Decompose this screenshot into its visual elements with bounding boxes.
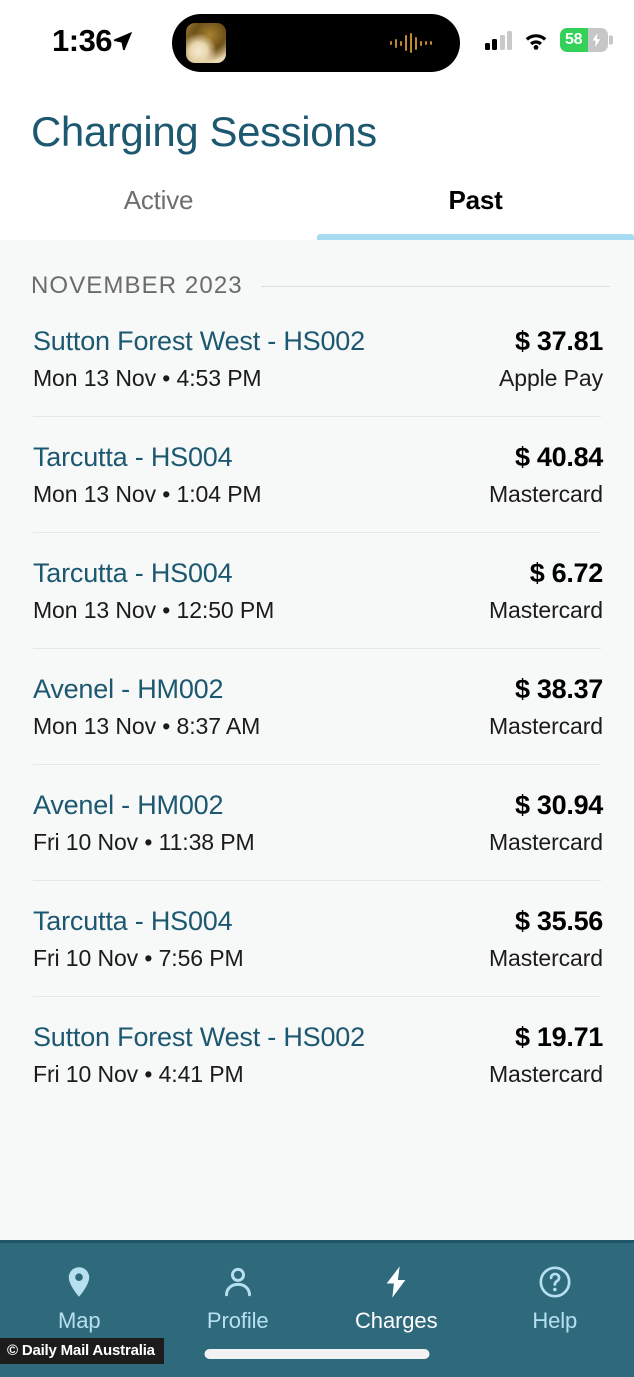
charging-bolt-icon: [590, 31, 603, 49]
session-payment-method: Mastercard: [488, 713, 603, 740]
nav-item-charges[interactable]: Charges: [317, 1265, 476, 1334]
phone-screen: 1:36 58 Charging Sessions Active Past NO…: [0, 0, 634, 1377]
session-amount: $ 37.81: [515, 326, 603, 357]
nav-label-charges: Charges: [355, 1308, 438, 1333]
session-datetime: Mon 13 Nov • 1:04 PM: [33, 481, 262, 508]
page-title: Charging Sessions: [31, 108, 377, 155]
page-header: Charging Sessions Active Past: [0, 88, 634, 241]
session-amount: $ 6.72: [529, 558, 604, 589]
session-datetime: Mon 13 Nov • 8:37 AM: [33, 713, 261, 740]
month-label: NOVEMBER 2023: [31, 272, 243, 300]
session-location: Avenel - HM002: [33, 674, 224, 705]
session-payment-method: Mastercard: [488, 481, 603, 508]
session-location: Sutton Forest West - HS002: [33, 1022, 365, 1053]
map-pin-icon: [69, 1267, 90, 1297]
nav-item-help[interactable]: Help: [476, 1265, 634, 1334]
session-datetime: Mon 13 Nov • 12:50 PM: [33, 597, 275, 624]
session-amount: $ 35.56: [515, 906, 603, 937]
month-divider: [260, 285, 610, 287]
audio-waveform-icon: [390, 32, 432, 54]
session-row[interactable]: Avenel - HM002 Fri 10 Nov • 11:38 PM $ 3…: [0, 764, 634, 880]
nav-item-map[interactable]: Map: [0, 1265, 159, 1334]
session-row[interactable]: Sutton Forest West - HS002 Fri 10 Nov • …: [0, 996, 634, 1112]
session-location: Avenel - HM002: [33, 790, 224, 821]
tab-active[interactable]: Active: [0, 185, 317, 240]
tab-past[interactable]: Past: [317, 185, 634, 240]
question-circle-icon: [539, 1266, 571, 1298]
session-datetime: Fri 10 Nov • 7:56 PM: [33, 945, 244, 972]
nav-label-profile: Profile: [206, 1308, 269, 1333]
session-row[interactable]: Sutton Forest West - HS002 Mon 13 Nov • …: [0, 300, 634, 416]
session-location: Tarcutta - HS004: [33, 442, 233, 473]
session-datetime: Fri 10 Nov • 11:38 PM: [33, 829, 255, 856]
status-indicators: 58: [484, 28, 613, 52]
nav-label-help: Help: [532, 1308, 578, 1333]
dynamic-island[interactable]: [172, 14, 460, 72]
location-arrow-icon: [113, 31, 133, 51]
session-datetime: Mon 13 Nov • 4:53 PM: [33, 365, 262, 392]
nav-item-profile[interactable]: Profile: [159, 1265, 318, 1334]
status-bar: 1:36 58: [0, 0, 634, 88]
tab-bar: Active Past: [0, 185, 634, 241]
wifi-icon: [525, 34, 547, 50]
session-datetime: Fri 10 Nov • 4:41 PM: [33, 1061, 244, 1088]
lightning-bolt-icon: [386, 1266, 406, 1298]
session-location: Tarcutta - HS004: [33, 906, 233, 937]
session-payment-method: Mastercard: [488, 1061, 603, 1088]
nav-label-map: Map: [58, 1308, 101, 1333]
session-payment-method: Mastercard: [488, 597, 603, 624]
session-row[interactable]: Avenel - HM002 Mon 13 Nov • 8:37 AM $ 38…: [0, 648, 634, 764]
session-location: Tarcutta - HS004: [33, 558, 233, 589]
session-row[interactable]: Tarcutta - HS004 Fri 10 Nov • 7:56 PM $ …: [0, 880, 634, 996]
sessions-list[interactable]: NOVEMBER 2023 Sutton Forest West - HS002…: [0, 240, 634, 1240]
person-icon: [224, 1267, 251, 1297]
session-amount: $ 40.84: [515, 442, 603, 473]
battery-indicator: 58: [560, 28, 613, 52]
session-payment-method: Mastercard: [488, 829, 603, 856]
session-amount: $ 30.94: [515, 790, 603, 821]
month-header: NOVEMBER 2023: [0, 240, 634, 300]
session-row[interactable]: Tarcutta - HS004 Mon 13 Nov • 12:50 PM $…: [0, 532, 634, 648]
watermark: © Daily Mail Australia: [0, 1338, 164, 1364]
album-art-thumbnail: [186, 23, 226, 63]
bottom-navigation-bar: Map Profile Charges Help © Daily Mail Au…: [0, 1240, 634, 1377]
session-amount: $ 19.71: [515, 1022, 603, 1053]
cellular-signal-icon: [484, 30, 512, 50]
session-location: Sutton Forest West - HS002: [33, 326, 365, 357]
home-indicator[interactable]: [204, 1349, 430, 1359]
session-payment-method: Apple Pay: [499, 365, 603, 392]
session-payment-method: Mastercard: [488, 945, 603, 972]
status-time: 1:36: [52, 23, 113, 58]
session-amount: $ 38.37: [515, 674, 603, 705]
session-row[interactable]: Tarcutta - HS004 Mon 13 Nov • 1:04 PM $ …: [0, 416, 634, 532]
